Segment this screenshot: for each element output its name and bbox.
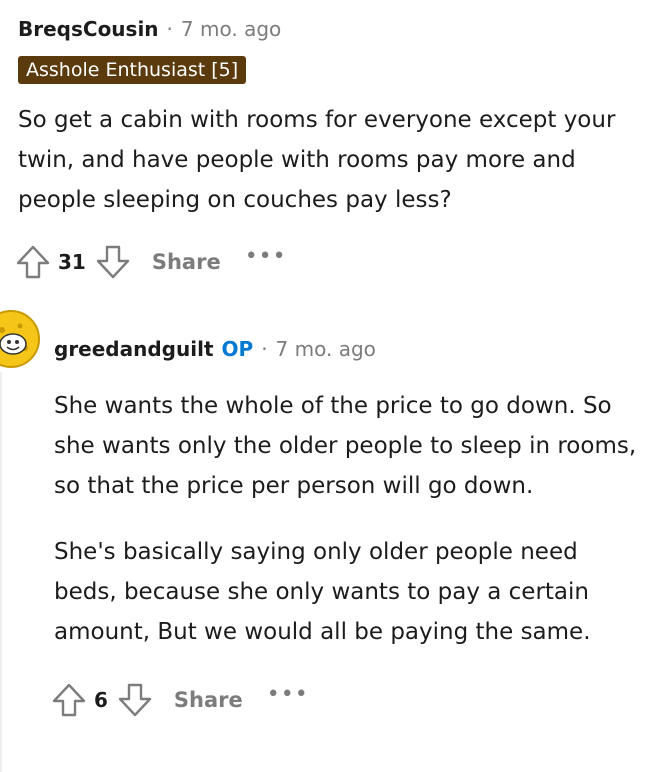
comment-actions: 6 Share ••• [50, 678, 644, 722]
comment-breqscousin: BreqsCousin · 7 mo. ago Asshole Enthusia… [16, 14, 638, 284]
meta-separator: · [166, 17, 173, 41]
downvote-arrow-icon[interactable] [94, 243, 132, 281]
downvote-arrow-icon[interactable] [116, 681, 154, 719]
comment-author[interactable]: BreqsCousin [18, 17, 159, 41]
comment-body: So get a cabin with rooms for everyone e… [18, 107, 616, 213]
vote-score: 6 [94, 688, 108, 712]
comment-author[interactable]: greedandguilt [54, 337, 214, 361]
more-options-button[interactable]: ••• [267, 684, 309, 706]
upvote-arrow-icon[interactable] [14, 243, 52, 281]
vote-score: 31 [58, 250, 86, 274]
op-badge: OP [221, 337, 254, 361]
comment-meta: greedandguilt OP · 7 mo. ago [54, 334, 644, 364]
snoo-avatar[interactable] [0, 308, 42, 370]
upvote-arrow-icon[interactable] [50, 681, 88, 719]
more-options-button[interactable]: ••• [245, 246, 287, 268]
comment-actions: 31 Share ••• [14, 240, 638, 284]
meta-separator: · [261, 337, 268, 361]
share-button[interactable]: Share [174, 688, 243, 712]
comment-meta: BreqsCousin · 7 mo. ago [18, 14, 638, 44]
comment-body: She wants the whole of the price to go d… [54, 386, 644, 652]
share-button[interactable]: Share [152, 250, 221, 274]
comment-timestamp[interactable]: 7 mo. ago [276, 337, 376, 361]
comment-greedandguilt: greedandguilt OP · 7 mo. ago She wants t… [52, 334, 644, 722]
comment-paragraph: She's basically saying only older people… [54, 539, 591, 645]
user-flair: Asshole Enthusiast [5] [18, 56, 247, 84]
thread-line[interactable] [0, 372, 2, 772]
comment-paragraph: She wants the whole of the price to go d… [54, 393, 637, 499]
comment-timestamp[interactable]: 7 mo. ago [181, 17, 281, 41]
